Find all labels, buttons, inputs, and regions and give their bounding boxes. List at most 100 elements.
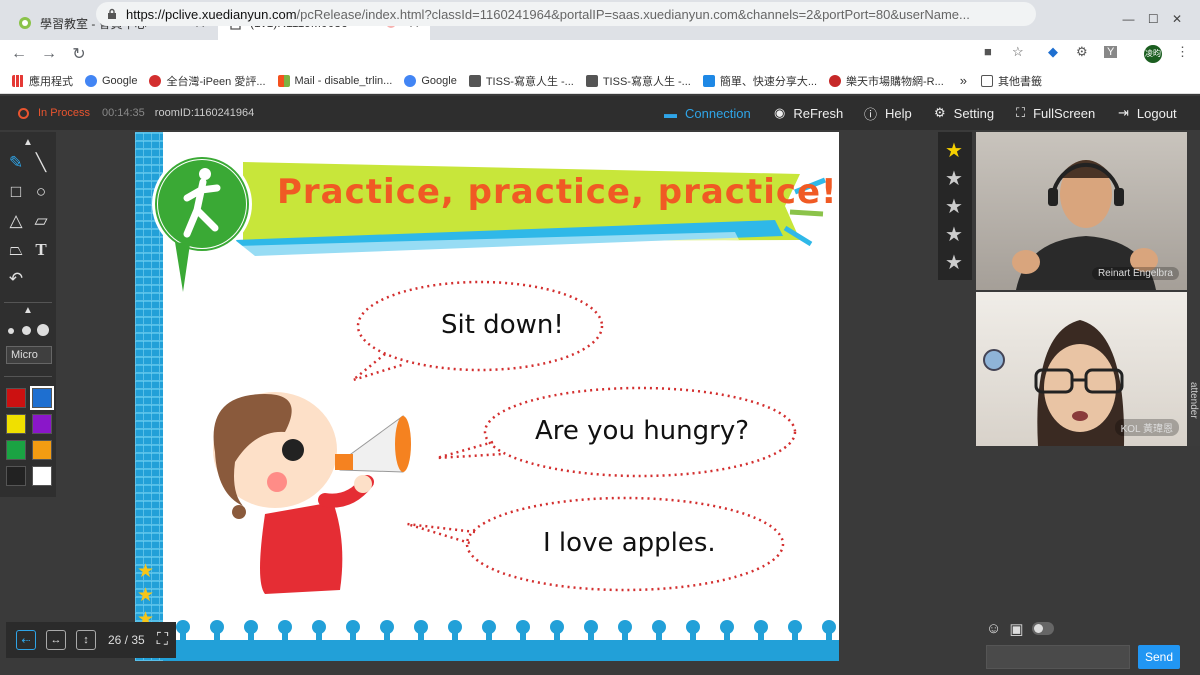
window-controls: — ☐ ✕ xyxy=(1122,12,1182,26)
fit-height-icon[interactable]: ↕ xyxy=(76,630,96,650)
slide-title: Practice, practice, practice! xyxy=(277,172,838,212)
color-swatch-blue[interactable] xyxy=(30,386,54,410)
expand-icon[interactable]: ⛶ xyxy=(157,631,168,649)
circle-icon[interactable]: ○ xyxy=(30,181,52,203)
fullscreen-button[interactable]: ⛶ FullScreen xyxy=(1016,96,1095,130)
student-name: KOL 黃瑋恩 xyxy=(1114,419,1179,436)
extension-icon[interactable]: ⚙ xyxy=(1076,44,1088,60)
reward-star-icon[interactable]: ★ xyxy=(945,138,963,163)
bookmark-share[interactable]: 簡單、快速分享大... xyxy=(702,73,817,89)
reward-star-icon[interactable]: ★ xyxy=(945,194,963,219)
reload-icon[interactable]: ↻ xyxy=(64,44,94,64)
browser-menu-icon[interactable]: ⋮ xyxy=(1176,44,1189,60)
color-swatch-orange[interactable] xyxy=(32,440,52,460)
bookmark-google-2[interactable]: Google xyxy=(404,74,457,87)
undo-icon[interactable]: ↶ xyxy=(5,268,27,290)
refresh-icon: ◉ xyxy=(774,105,786,120)
girl-ponytail xyxy=(232,505,246,519)
bookmark-google[interactable]: Google xyxy=(85,74,137,87)
toggle-icon[interactable] xyxy=(1031,622,1054,635)
megaphone-rim xyxy=(395,416,411,472)
slide-canvas[interactable]: Practice, practice, practice! Sit down! … xyxy=(135,132,839,661)
chat-input[interactable] xyxy=(986,645,1130,669)
bookmark-star-icon[interactable]: ☆ xyxy=(1012,44,1024,60)
scallop-stem xyxy=(282,627,288,641)
teacher-video[interactable]: Reinart Engelbra xyxy=(976,132,1187,290)
scallop-stem xyxy=(214,627,220,641)
scallop-stem xyxy=(248,627,254,641)
logout-icon: ⇥ xyxy=(1118,105,1129,120)
y-extension-icon[interactable]: Y xyxy=(1104,46,1118,58)
prev-page-icon[interactable]: ⇠ xyxy=(16,630,36,650)
stroke-large-icon[interactable] xyxy=(37,324,49,336)
address-bar[interactable]: https://pclive.xuedianyun.com/pcRelease/… xyxy=(96,2,1036,26)
girl-hand xyxy=(354,475,372,493)
lock-icon xyxy=(108,8,116,19)
collapse-up-icon[interactable]: ▲ xyxy=(17,132,39,154)
help-button[interactable]: ⓘ Help xyxy=(864,96,912,130)
send-button[interactable]: Send xyxy=(1138,645,1180,669)
speech-bubble-3-tail xyxy=(406,522,476,546)
attender-tab[interactable]: attender xyxy=(1187,350,1200,450)
decor-star-icon: ★ xyxy=(137,585,155,606)
color-swatch-yellow[interactable] xyxy=(6,414,26,434)
scallop-stem xyxy=(316,627,322,641)
connection-button[interactable]: ▬ Connection xyxy=(664,96,751,130)
parallelogram-icon[interactable]: ▱ xyxy=(30,210,52,232)
refresh-button[interactable]: ◉ ReFresh xyxy=(774,96,843,130)
bookmark-other[interactable]: 其他書籤 xyxy=(981,73,1042,89)
bookmark-ipeen[interactable]: 全台灣-iPeen 愛評... xyxy=(149,73,266,89)
scallop-stem xyxy=(350,627,356,641)
emoji-icon[interactable]: ☺ xyxy=(986,620,1001,638)
scallop-stem xyxy=(724,627,730,641)
bookmark-tiss-1[interactable]: TISS-寫意人生 -... xyxy=(468,73,574,89)
profile-avatar[interactable]: 凌昀 xyxy=(1144,45,1162,63)
scallop-stem xyxy=(588,627,594,641)
trapezoid-icon[interactable]: ⏢ xyxy=(5,239,27,261)
status-ring-icon xyxy=(18,107,29,119)
page-counter: 26 / 35 xyxy=(108,633,145,647)
window-close-icon[interactable]: ✕ xyxy=(1172,12,1182,26)
reward-star-icon[interactable]: ★ xyxy=(945,166,963,191)
line-icon[interactable]: ╲ xyxy=(30,152,52,174)
bookmark-rakuten[interactable]: 樂天市場購物網-R... xyxy=(829,73,944,89)
back-icon[interactable]: ← xyxy=(4,45,34,63)
rectangle-icon[interactable]: □ xyxy=(5,181,27,203)
minimize-icon[interactable]: — xyxy=(1122,12,1134,26)
reward-star-icon[interactable]: ★ xyxy=(945,222,963,247)
setting-button[interactable]: ⚙ Setting xyxy=(934,96,994,130)
scallop-stem xyxy=(690,627,696,641)
triangle-icon[interactable]: △ xyxy=(5,210,27,232)
color-swatch-purple[interactable] xyxy=(32,414,52,434)
bottom-border-decoration xyxy=(163,620,839,661)
pencil-icon[interactable]: ✎ xyxy=(5,152,27,174)
bookmark-tiss-2[interactable]: TISS-寫意人生 -... xyxy=(585,73,691,89)
stroke-small-icon[interactable] xyxy=(8,328,14,334)
fit-width-icon[interactable]: ↔ xyxy=(46,630,66,650)
dropbox-icon[interactable]: ◆ xyxy=(1048,44,1058,60)
bookmarks-overflow-icon[interactable]: » xyxy=(960,73,967,88)
reward-star-icon[interactable]: ★ xyxy=(945,250,963,275)
color-swatch-red[interactable] xyxy=(6,388,26,408)
student-video[interactable]: KOL 黃瑋恩 xyxy=(976,292,1187,446)
bookmark-mail[interactable]: Mail - disable_trlin... xyxy=(277,74,392,87)
color-swatch-white[interactable] xyxy=(32,466,52,486)
maximize-icon[interactable]: ☐ xyxy=(1148,12,1159,26)
forward-icon[interactable]: → xyxy=(34,45,64,63)
scallop-stem xyxy=(622,627,628,641)
collapse-up-icon[interactable]: ▲ xyxy=(17,300,39,322)
bookmark-apps[interactable]: 應用程式 xyxy=(12,73,73,89)
stroke-medium-icon[interactable] xyxy=(22,326,31,335)
font-select[interactable]: Micro xyxy=(6,346,52,364)
ipeen-icon xyxy=(149,74,162,87)
decor-star-icon: ★ xyxy=(137,561,155,582)
apps-grid-icon xyxy=(12,74,24,87)
color-swatch-black[interactable] xyxy=(6,466,26,486)
image-icon[interactable]: ▣ xyxy=(1009,620,1023,638)
text-tool-icon[interactable]: T xyxy=(30,239,52,261)
logout-button[interactable]: ⇥ Logout xyxy=(1118,96,1177,130)
teacher-name: Reinart Engelbra xyxy=(1091,267,1179,280)
bubble-text-1: Sit down! xyxy=(441,310,564,340)
camera-icon[interactable]: ■ xyxy=(984,44,992,59)
color-swatch-green[interactable] xyxy=(6,440,26,460)
